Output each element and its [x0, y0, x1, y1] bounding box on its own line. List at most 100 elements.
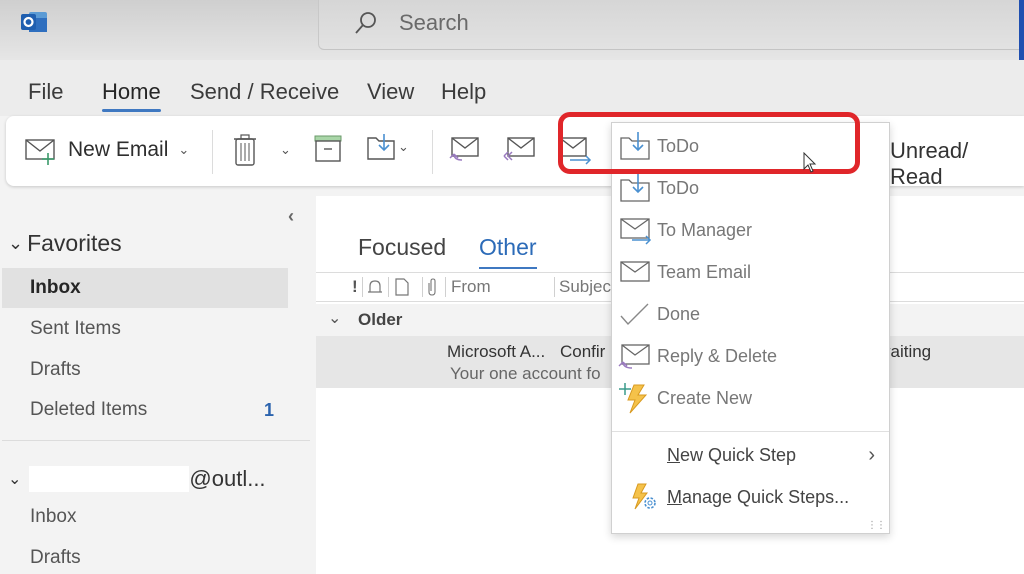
chevron-down-icon: ⌄	[8, 471, 22, 488]
sidebar-item-inbox[interactable]: Inbox	[2, 268, 288, 308]
message-preview: Your one account fo	[450, 364, 601, 383]
quick-step-done[interactable]: Done	[612, 294, 889, 334]
delete-button[interactable]	[232, 132, 258, 168]
chevron-down-icon: ⌄	[328, 310, 342, 327]
search-input[interactable]: Search	[318, 0, 1024, 50]
chevron-down-icon: ⌄	[8, 233, 24, 253]
title-bar: Search	[0, 0, 1024, 126]
message-sender: Microsoft A...	[447, 342, 546, 361]
favorites-header[interactable]: ⌄ Favorites	[8, 230, 122, 257]
subject-column[interactable]: Subjec	[559, 277, 611, 297]
menu-divider	[612, 431, 889, 432]
tab-help[interactable]: Help	[441, 79, 486, 105]
unread-read-button[interactable]: Unread/ Read	[890, 138, 1024, 190]
divider	[2, 440, 310, 441]
quick-step-team-email[interactable]: Team Email	[612, 252, 889, 292]
reply-button[interactable]	[448, 134, 482, 168]
folder-pane: ‹ ⌄ Favorites Inbox Sent Items Drafts De…	[0, 196, 314, 574]
forward-button[interactable]	[558, 134, 592, 168]
quick-step-label: ToDo	[657, 135, 700, 156]
folder-label: Inbox	[30, 277, 81, 298]
quick-step-label: Done	[657, 303, 701, 324]
quick-step-reply-delete[interactable]: Reply & Delete	[612, 336, 889, 376]
delete-chevron-down-icon[interactable]: ⌄	[280, 142, 291, 158]
new-quick-step-menu-item[interactable]: New Quick Step ›	[612, 435, 889, 475]
tab-view[interactable]: View	[367, 79, 414, 105]
trash-icon	[234, 134, 256, 166]
column-separator	[362, 277, 363, 297]
column-separator	[445, 277, 446, 297]
reply-all-icon	[503, 137, 535, 161]
folder-move-icon	[620, 174, 650, 202]
sidebar-item-account-drafts[interactable]: Drafts	[2, 538, 288, 574]
column-separator	[554, 277, 555, 297]
search-placeholder: Search	[399, 10, 469, 35]
folder-label: Drafts	[30, 547, 81, 568]
quick-step-label: Create New	[657, 387, 753, 408]
collapse-pane-icon[interactable]: ‹	[288, 206, 294, 227]
item-type-icon[interactable]	[394, 277, 410, 297]
label-rest: ew Quick Step	[680, 444, 797, 465]
lightning-plus-icon	[619, 383, 648, 414]
forward-icon	[559, 137, 592, 165]
folder-move-icon	[620, 132, 650, 160]
sidebar-item-drafts[interactable]: Drafts	[2, 350, 288, 390]
unread-count-badge: 1	[263, 399, 274, 420]
sidebar-item-account-inbox[interactable]: Inbox	[2, 497, 288, 537]
message-subject: Confir	[560, 342, 606, 361]
quick-step-label: To Manager	[657, 219, 753, 240]
column-separator	[388, 277, 389, 297]
quick-step-todo[interactable]: ToDo	[612, 126, 889, 166]
move-to-folder-icon	[367, 134, 395, 160]
archive-button[interactable]	[313, 134, 343, 164]
archive-icon	[314, 135, 342, 162]
mail-forward-icon	[620, 218, 652, 245]
redacted-account-name	[29, 466, 190, 492]
manage-quick-steps-label: Manage Quick Steps...	[667, 487, 849, 508]
move-chevron-down-icon[interactable]: ⌄	[398, 139, 409, 155]
move-button[interactable]: ⌄	[366, 132, 409, 162]
ribbon-divider	[212, 130, 213, 174]
chevron-right-icon: ›	[868, 443, 875, 466]
sidebar-item-deleted-items[interactable]: Deleted Items 1	[2, 390, 288, 430]
tab-home[interactable]: Home	[102, 79, 161, 112]
checkmark-icon	[620, 303, 649, 326]
tab-other[interactable]: Other	[479, 234, 537, 269]
quick-step-todo-2[interactable]: ToDo	[612, 168, 889, 208]
tab-focused[interactable]: Focused	[358, 234, 446, 261]
new-quick-step-label: New Quick Step	[667, 445, 796, 466]
attachment-icon[interactable]	[426, 277, 438, 297]
mouse-cursor-icon	[803, 152, 817, 173]
folder-label: Sent Items	[30, 318, 121, 339]
quick-step-to-manager[interactable]: To Manager	[612, 210, 889, 250]
new-email-label: New Email	[68, 138, 169, 161]
tab-file[interactable]: File	[28, 79, 63, 105]
account-header[interactable]: ⌄ @outl...	[8, 466, 266, 492]
accelerator-key: M	[667, 486, 682, 507]
folder-label: Deleted Items	[30, 399, 148, 420]
accelerator-key: N	[667, 444, 680, 465]
tab-send-receive[interactable]: Send / Receive	[190, 79, 339, 105]
new-email-button[interactable]: New Email ⌄	[24, 134, 189, 166]
menu-bar: File Home Send / Receive View Help	[0, 60, 1024, 116]
folder-label: Drafts	[30, 359, 81, 380]
sidebar-item-sent-items[interactable]: Sent Items	[2, 309, 288, 349]
quick-step-label: Team Email	[657, 261, 752, 282]
mail-reply-icon	[618, 344, 650, 369]
group-label: Older	[358, 310, 403, 329]
reply-icon	[449, 137, 479, 161]
account-suffix: @outl...	[189, 466, 266, 491]
favorites-label: Favorites	[27, 230, 122, 256]
reply-all-button[interactable]	[502, 134, 536, 168]
reminder-bell-icon[interactable]	[366, 278, 384, 296]
manage-quick-steps-menu-item[interactable]: Manage Quick Steps...	[612, 477, 889, 517]
outlook-logo-icon	[21, 12, 47, 32]
resize-grip-icon[interactable]: ⋮⋮	[867, 520, 886, 531]
chevron-down-icon[interactable]: ⌄	[178, 142, 189, 158]
importance-column[interactable]: !	[352, 277, 358, 297]
lightning-gear-icon	[632, 483, 656, 510]
from-column[interactable]: From	[451, 277, 491, 297]
label-rest: anage Quick Steps...	[682, 486, 850, 507]
quick-step-create-new[interactable]: Create New	[612, 378, 889, 418]
quick-step-label: Reply & Delete	[657, 345, 778, 366]
